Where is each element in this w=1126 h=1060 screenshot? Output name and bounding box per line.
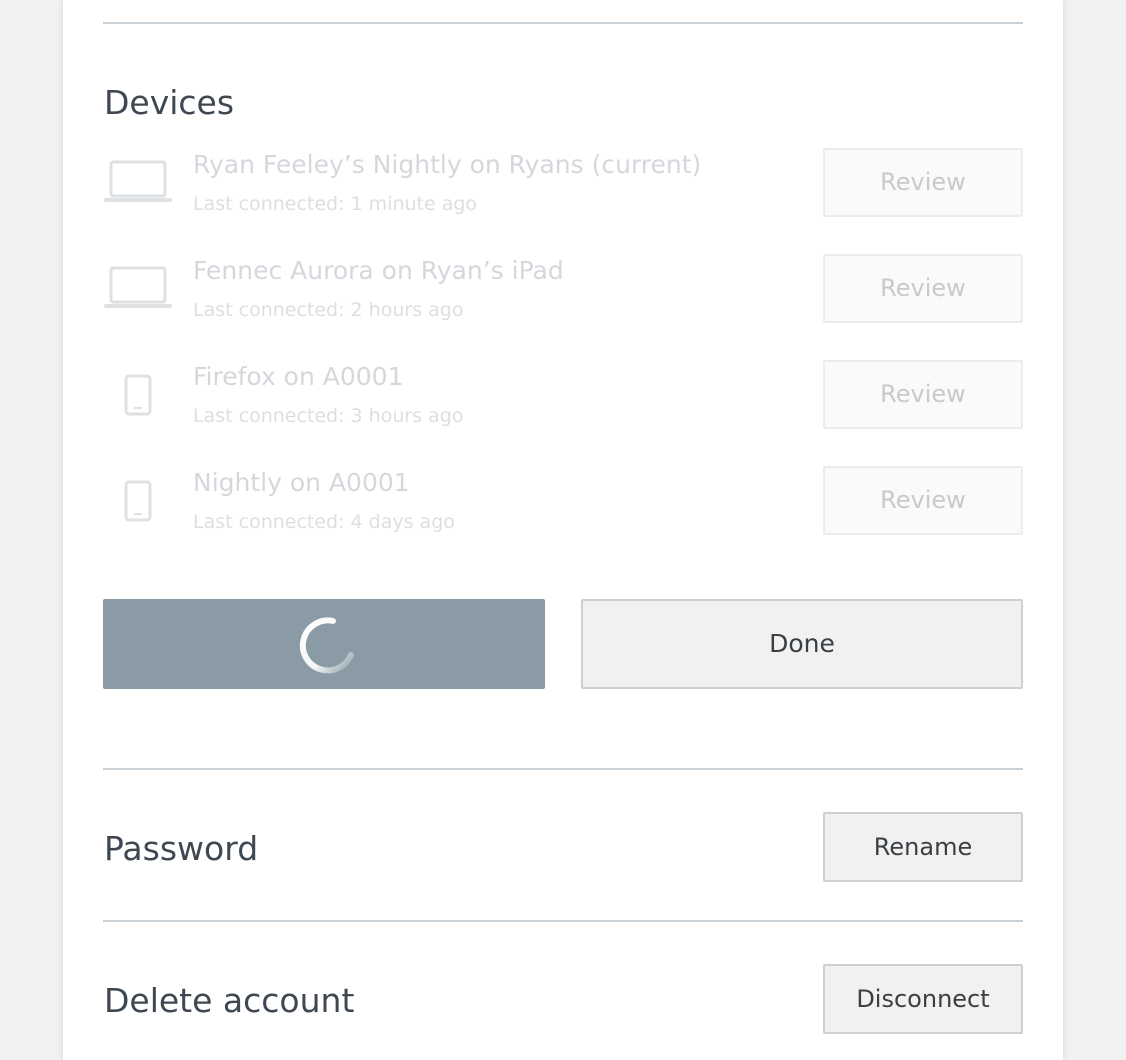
device-name: Firefox on A0001 <box>193 362 404 391</box>
device-name: Nightly on A0001 <box>193 468 410 497</box>
laptop-icon <box>104 160 172 202</box>
device-last-connected: Last connected: 1 minute ago <box>193 193 478 215</box>
delete-account-section-title: Delete account <box>104 981 355 1020</box>
device-list-item: Ryan Feeley’s Nightly on Ryans (current)… <box>103 148 1023 218</box>
phone-icon <box>124 480 152 522</box>
phone-icon <box>124 374 152 416</box>
disconnect-button[interactable]: Disconnect <box>823 964 1023 1034</box>
done-button[interactable]: Done <box>581 599 1023 689</box>
device-list-item: Nightly on A0001 Last connected: 4 days … <box>103 466 1023 536</box>
device-last-connected: Last connected: 2 hours ago <box>193 299 464 321</box>
review-button[interactable]: Review <box>823 360 1023 429</box>
device-name: Ryan Feeley’s Nightly on Ryans (current) <box>193 150 702 179</box>
laptop-icon <box>104 266 172 308</box>
primary-loading-button[interactable] <box>103 599 545 689</box>
device-last-connected: Last connected: 3 hours ago <box>193 405 464 427</box>
review-button[interactable]: Review <box>823 148 1023 217</box>
devices-section-title: Devices <box>104 83 235 122</box>
divider-password <box>103 768 1023 770</box>
device-list-item: Firefox on A0001 Last connected: 3 hours… <box>103 360 1023 430</box>
device-list-item: Fennec Aurora on Ryan’s iPad Last connec… <box>103 254 1023 324</box>
rename-button[interactable]: Rename <box>823 812 1023 882</box>
divider-delete <box>103 920 1023 922</box>
device-name: Fennec Aurora on Ryan’s iPad <box>193 256 564 285</box>
loading-spinner-icon <box>299 617 354 674</box>
review-button[interactable]: Review <box>823 466 1023 535</box>
device-last-connected: Last connected: 4 days ago <box>193 511 455 533</box>
review-button[interactable]: Review <box>823 254 1023 323</box>
password-section-title: Password <box>104 829 259 868</box>
divider-top <box>103 22 1023 24</box>
